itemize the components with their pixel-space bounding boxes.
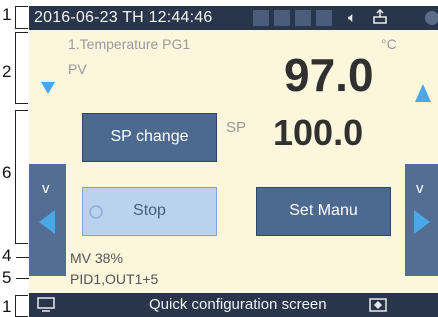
set-manu-label: Set Manu bbox=[289, 202, 358, 219]
scroll-down-arrow-icon[interactable] bbox=[41, 82, 55, 94]
right-column: v bbox=[400, 30, 438, 293]
speaker-icon: 🔈︎ bbox=[348, 9, 357, 25]
status-bar: 2016-06-23 TH 12:44:46 🔈︎ bbox=[29, 6, 438, 30]
callout-6: 6 bbox=[2, 163, 12, 182]
callout-4: 4 bbox=[2, 246, 12, 265]
callout-5: 5 bbox=[2, 268, 12, 287]
usb-icon bbox=[372, 8, 388, 28]
status-block-3 bbox=[295, 10, 311, 26]
display-toggle-icon[interactable] bbox=[369, 298, 387, 312]
channel-title: 1.Temperature PG1 bbox=[68, 36, 191, 52]
pv-value: 97.0 bbox=[284, 49, 374, 101]
sp-change-button[interactable]: SP change bbox=[82, 113, 217, 162]
pv-label: PV bbox=[68, 61, 87, 77]
left-column: v bbox=[29, 30, 66, 293]
unit-label: °C bbox=[381, 36, 397, 52]
callout-1-top-bracket bbox=[15, 6, 28, 29]
scroll-up-arrow-icon[interactable] bbox=[415, 84, 431, 102]
monitor-icon[interactable] bbox=[37, 297, 55, 313]
bottom-bar-title: Quick configuration screen bbox=[149, 296, 327, 313]
sp-label: SP bbox=[226, 119, 247, 136]
left-nav-v: v bbox=[42, 180, 50, 197]
nav-left-arrow-icon[interactable] bbox=[39, 210, 55, 234]
status-block-1 bbox=[253, 10, 269, 26]
stop-indicator-icon bbox=[89, 205, 103, 219]
mv-readout: MV 38% bbox=[70, 250, 123, 266]
pid-readout: PID1,OUT1+5 bbox=[70, 271, 159, 287]
status-block-2 bbox=[274, 10, 290, 26]
nav-right-arrow-icon[interactable] bbox=[414, 210, 430, 234]
status-datetime: 2016-06-23 TH 12:44:46 bbox=[34, 9, 213, 26]
callout-1-bottom-bracket bbox=[15, 295, 28, 317]
stop-label: Stop bbox=[133, 202, 166, 219]
callout-1-top: 1 bbox=[2, 5, 12, 24]
stop-button[interactable]: Stop bbox=[82, 187, 217, 236]
callout-2: 2 bbox=[2, 62, 12, 81]
sp-change-label: SP change bbox=[110, 128, 189, 145]
callout-1-bottom: 1 bbox=[2, 297, 12, 316]
sp-value: 100.0 bbox=[273, 112, 364, 153]
status-block-4 bbox=[316, 10, 332, 26]
callout-6-bracket bbox=[15, 110, 28, 244]
status-indicator-icon bbox=[425, 11, 438, 25]
bottom-bar: Quick configuration screen bbox=[29, 293, 438, 317]
set-manu-button[interactable]: Set Manu bbox=[256, 187, 391, 236]
right-nav-v: v bbox=[416, 180, 424, 197]
callout-2-bracket bbox=[15, 32, 28, 104]
